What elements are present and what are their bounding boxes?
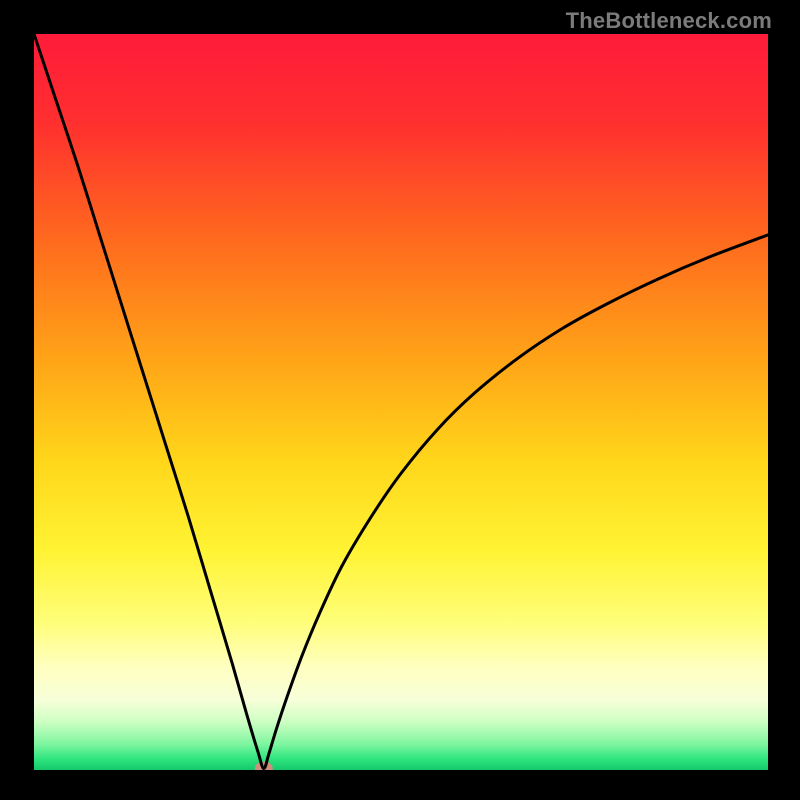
watermark-text: TheBottleneck.com [566, 8, 772, 34]
chart-plot-area [34, 34, 768, 770]
chart-frame: TheBottleneck.com [0, 0, 800, 800]
gradient-background [34, 34, 768, 770]
chart-svg [34, 34, 768, 770]
